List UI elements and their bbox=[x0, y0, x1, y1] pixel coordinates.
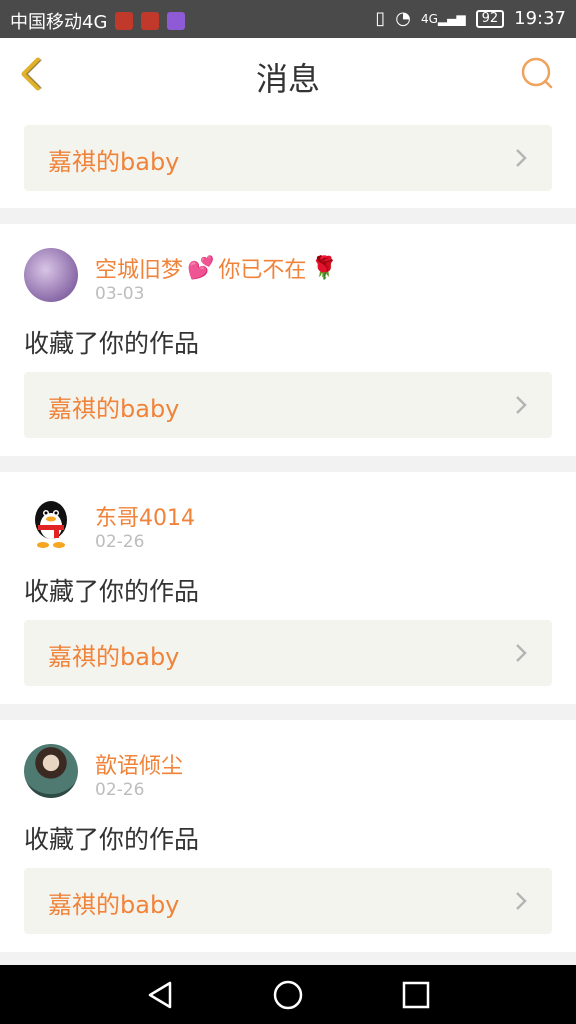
avatar[interactable] bbox=[24, 744, 78, 798]
back-triangle-icon[interactable] bbox=[144, 979, 176, 1011]
work-link[interactable]: 嘉祺的baby bbox=[24, 868, 552, 934]
username-text: 空城旧梦 bbox=[95, 258, 184, 283]
work-title: 嘉祺的baby bbox=[48, 395, 180, 423]
message-item: 东哥4014 02-26 收藏了你的作品 嘉祺的baby bbox=[0, 472, 576, 704]
vibrate-icon: ▯ bbox=[375, 8, 386, 29]
message-date: 02-26 bbox=[95, 532, 145, 552]
chevron-right-icon bbox=[516, 892, 527, 910]
work-title: 嘉祺的baby bbox=[48, 148, 180, 176]
chevron-right-icon bbox=[516, 396, 527, 414]
hearts-emoji-icon: 💕 bbox=[187, 255, 215, 281]
work-link[interactable]: 嘉祺的baby bbox=[24, 372, 552, 438]
signal-label: 4G bbox=[420, 11, 438, 26]
gallery-notification-icon bbox=[167, 12, 186, 30]
message-date: 02-26 bbox=[95, 780, 145, 800]
recent-apps-icon[interactable] bbox=[400, 979, 432, 1011]
work-title: 嘉祺的baby bbox=[48, 891, 180, 919]
username[interactable]: 歆语倾尘 bbox=[95, 748, 183, 780]
battery-icon: 92 bbox=[475, 9, 505, 28]
username-text: 歆语倾尘 bbox=[95, 754, 184, 779]
message-item: 空城旧梦 💕 你已不在 🌹 03-03 收藏了你的作品 嘉祺的baby bbox=[0, 224, 576, 456]
wifi-icon: ◔ bbox=[395, 8, 411, 29]
chevron-right-icon bbox=[516, 149, 527, 167]
chevron-right-icon bbox=[516, 644, 527, 662]
message-action: 收藏了你的作品 bbox=[24, 329, 200, 358]
app-notification-icon bbox=[115, 12, 134, 30]
message-item: 歆语倾尘 02-26 收藏了你的作品 嘉祺的baby bbox=[0, 720, 576, 952]
work-link[interactable]: 嘉祺的baby bbox=[24, 125, 552, 191]
username[interactable]: 空城旧梦 💕 你已不在 🌹 bbox=[95, 252, 338, 284]
page-title: 消息 bbox=[255, 60, 320, 98]
message-action: 收藏了你的作品 bbox=[24, 825, 200, 854]
username[interactable]: 东哥4014 bbox=[95, 500, 195, 532]
rose-emoji-icon: 🌹 bbox=[310, 255, 338, 281]
work-link[interactable]: 嘉祺的baby bbox=[24, 620, 552, 686]
app-notification-icon-2 bbox=[141, 12, 160, 30]
home-circle-icon[interactable] bbox=[272, 979, 304, 1011]
signal-icon: 4G▂▄▆ bbox=[420, 11, 466, 26]
avatar[interactable] bbox=[24, 248, 78, 302]
list-item: 嘉祺的baby bbox=[0, 108, 576, 208]
work-title: 嘉祺的baby bbox=[48, 643, 180, 671]
clock: 19:37 bbox=[514, 8, 566, 29]
message-list: 嘉祺的baby 空城旧梦 💕 你已不在 🌹 03-03 收藏了你的作品 嘉祺的b… bbox=[0, 108, 576, 968]
status-bar: 中国移动4G ▯ ◔ 4G▂▄▆ 92 19:37 bbox=[0, 0, 576, 38]
username-suffix: 你已不在 bbox=[218, 258, 307, 283]
carrier-label: 中国移动4G bbox=[10, 12, 108, 33]
chat-bubble-icon[interactable] bbox=[520, 56, 554, 90]
message-date: 03-03 bbox=[95, 284, 145, 304]
header: 消息 bbox=[0, 38, 576, 109]
message-action: 收藏了你的作品 bbox=[24, 577, 200, 606]
system-nav-bar bbox=[0, 965, 576, 1024]
avatar[interactable] bbox=[24, 496, 78, 550]
username-text: 东哥4014 bbox=[95, 506, 195, 531]
